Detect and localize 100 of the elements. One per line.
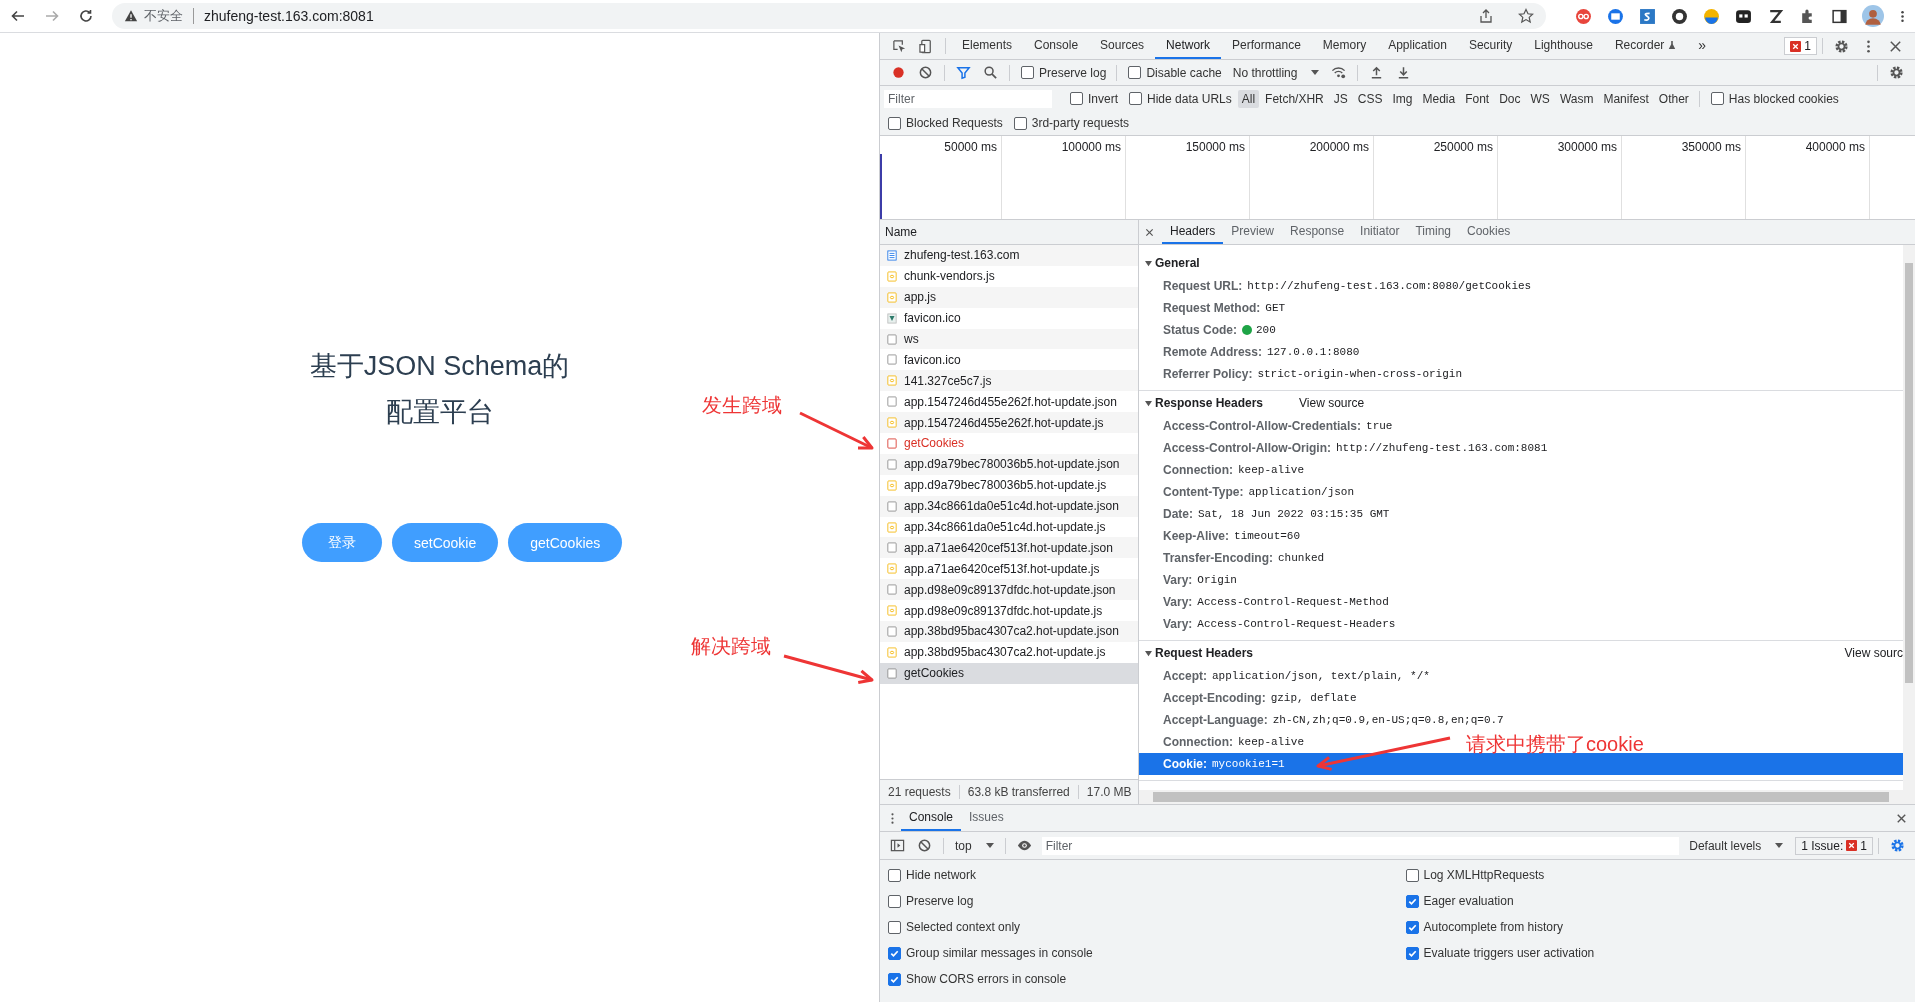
type-filter-button[interactable]: CSS	[1353, 89, 1387, 108]
close-icon[interactable]	[1888, 38, 1903, 54]
detail-tab[interactable]: Preview	[1223, 220, 1283, 244]
error-badge[interactable]: 1	[1784, 37, 1817, 55]
type-filter-button[interactable]: Manifest	[1599, 89, 1653, 108]
type-filter-button[interactable]: Fetch/XHR	[1261, 89, 1328, 108]
clear-icon[interactable]	[918, 65, 933, 80]
header-row[interactable]: Vary: Access-Control-Request-Method	[1139, 591, 1393, 613]
header-row[interactable]: Accept: application/json, text/plain, */*	[1139, 665, 1434, 687]
settings-icon[interactable]	[1889, 65, 1904, 80]
request-row[interactable]: app.a71ae6420cef513f.hot-update.js	[880, 558, 1138, 580]
request-row[interactable]: app.d98e09c89137dfdc.hot-update.js	[880, 600, 1138, 622]
column-header[interactable]: Name	[880, 220, 1138, 245]
detail-tab[interactable]: Timing	[1407, 220, 1459, 244]
checkbox[interactable]	[1021, 66, 1034, 79]
request-row[interactable]: chunk-vendors.js	[880, 265, 1138, 287]
address-bar[interactable]: 不安全 zhufeng-test.163.com:8081	[112, 3, 1546, 29]
console-filter-field[interactable]: Filter	[1041, 836, 1680, 855]
checkbox[interactable]	[888, 868, 901, 882]
request-row[interactable]: app.38bd95bac4307ca2.hot-update.js	[880, 641, 1138, 663]
type-filter-button[interactable]: WS	[1526, 89, 1554, 108]
panel-tab[interactable]: Lighthouse	[1523, 33, 1604, 59]
header-row[interactable]: Transfer-Encoding: chunked	[1139, 547, 1329, 569]
more-icon[interactable]	[890, 810, 895, 826]
extension-icon[interactable]	[1735, 7, 1752, 25]
view-source-link[interactable]: View source	[1299, 396, 1365, 410]
settings-icon[interactable]	[1834, 38, 1849, 54]
checkbox[interactable]	[1405, 946, 1419, 960]
detail-tab[interactable]: Initiator	[1352, 220, 1408, 244]
panel-tab[interactable]: Console	[1023, 33, 1090, 59]
issues-button[interactable]: 1 Issue: 1	[1795, 836, 1873, 855]
request-row[interactable]: app.34c8661da0e51c4d.hot-update.js	[880, 516, 1138, 538]
request-row[interactable]: app.d9a79bec780036b5.hot-update.js	[880, 474, 1138, 496]
request-row[interactable]: app.d9a79bec780036b5.hot-update.json	[880, 453, 1138, 475]
view-source-link[interactable]: View sourc	[1844, 646, 1903, 660]
network-conditions-icon[interactable]	[1331, 65, 1347, 80]
detail-tab[interactable]: Response	[1282, 220, 1353, 244]
checkbox[interactable]	[1405, 868, 1419, 882]
drawer-tab[interactable]: Issues	[961, 805, 1012, 831]
checkbox[interactable]	[1405, 894, 1419, 908]
type-filter-button[interactable]: All	[1237, 89, 1260, 108]
log-levels-select[interactable]: Default levels	[1683, 838, 1790, 853]
checkbox[interactable]	[1128, 66, 1142, 79]
context-select[interactable]: top	[949, 838, 1000, 853]
checkbox[interactable]	[888, 116, 901, 130]
inspect-icon[interactable]	[892, 38, 907, 54]
type-filter-button[interactable]: JS	[1329, 89, 1352, 108]
filter-field[interactable]: Filter	[884, 89, 1052, 108]
header-row[interactable]: Status Code: 200	[1139, 319, 1280, 341]
detail-tab[interactable]: Headers	[1162, 220, 1224, 244]
disclosure-triangle-icon[interactable]	[1145, 649, 1152, 657]
close-icon[interactable]	[1145, 227, 1154, 237]
request-row[interactable]: app.d98e09c89137dfdc.hot-update.json	[880, 579, 1138, 601]
request-row[interactable]: app.34c8661da0e51c4d.hot-update.json	[880, 495, 1138, 517]
request-row[interactable]: getCookies	[880, 662, 1138, 684]
request-row[interactable]: app.38bd95bac4307ca2.hot-update.json	[880, 621, 1138, 642]
disclosure-triangle-icon[interactable]	[1145, 399, 1152, 407]
avatar-icon[interactable]	[1862, 5, 1884, 27]
panel-tab[interactable]: Application	[1377, 33, 1458, 59]
share-icon[interactable]	[1478, 8, 1494, 24]
checkbox[interactable]	[888, 946, 901, 960]
detail-tab[interactable]: Cookies	[1459, 220, 1519, 244]
settings-icon[interactable]	[1890, 838, 1905, 853]
header-row[interactable]: Content-Type: application/json	[1139, 481, 1359, 503]
star-icon[interactable]	[1518, 8, 1534, 24]
type-filter-button[interactable]: Img	[1388, 89, 1417, 108]
panel-tab[interactable]: Sources	[1089, 33, 1156, 59]
disclosure-triangle-icon[interactable]	[1145, 259, 1152, 267]
type-filter-button[interactable]: Font	[1461, 89, 1494, 108]
type-filter-button[interactable]: Other	[1654, 89, 1693, 108]
checkbox[interactable]	[888, 920, 901, 934]
checkbox[interactable]	[1710, 92, 1724, 105]
menu-icon[interactable]	[1900, 8, 1905, 24]
request-row[interactable]: app.a71ae6420cef513f.hot-update.json	[880, 537, 1138, 559]
drawer-tab[interactable]: Console	[901, 805, 962, 831]
request-row[interactable]: app.js	[880, 286, 1138, 308]
scrollbar[interactable]	[1139, 790, 1915, 804]
request-row[interactable]: app.1547246d455e262f.hot-update.json	[880, 391, 1138, 413]
header-row[interactable]: Connection: keep-alive	[1139, 459, 1308, 481]
sidebar-toggle-icon[interactable]	[890, 838, 905, 853]
back-icon[interactable]	[10, 8, 26, 24]
header-row[interactable]: Cookie: mycookie1=1	[1139, 753, 1903, 775]
panel-tab[interactable]: Elements	[951, 33, 1024, 59]
clear-icon[interactable]	[917, 838, 932, 853]
reload-icon[interactable]	[78, 8, 94, 24]
header-row[interactable]: Remote Address: 127.0.0.1:8080	[1139, 341, 1364, 363]
request-row[interactable]: favicon.ico	[880, 349, 1138, 371]
more-tabs-button[interactable]: »	[1687, 33, 1718, 59]
request-row[interactable]: app.1547246d455e262f.hot-update.js	[880, 412, 1138, 433]
header-row[interactable]: Vary: Origin	[1139, 569, 1241, 591]
request-row[interactable]: ws	[880, 328, 1138, 350]
header-row[interactable]: Request Method: GET	[1139, 297, 1290, 319]
extension-icon[interactable]	[1767, 7, 1784, 25]
section-title[interactable]: Response Headers	[1155, 396, 1264, 410]
request-row[interactable]: zhufeng-test.163.com	[880, 245, 1138, 266]
type-filter-button[interactable]: Doc	[1495, 89, 1525, 108]
header-row[interactable]: Connection: keep-alive	[1139, 731, 1308, 753]
side-panel-icon[interactable]	[1831, 7, 1848, 25]
record-button[interactable]	[891, 65, 906, 80]
checkbox[interactable]	[1070, 92, 1083, 105]
